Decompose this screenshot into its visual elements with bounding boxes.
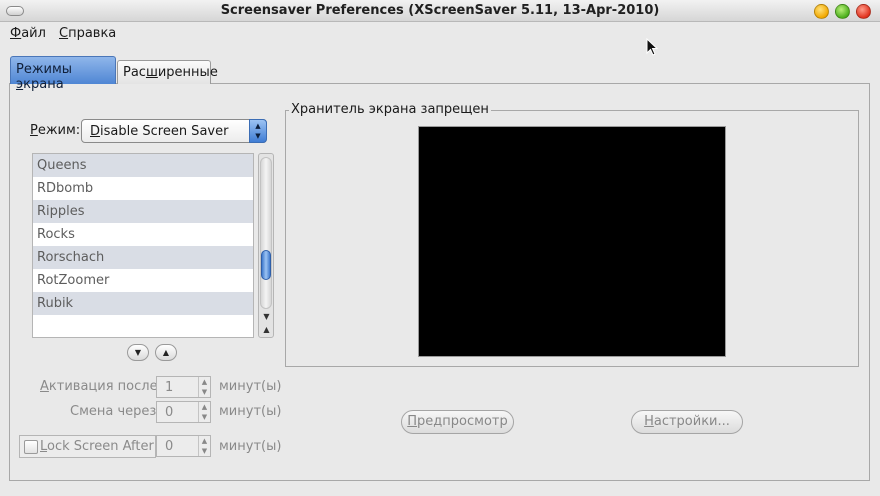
mode-select-value: Disable Screen Saver [90,124,229,139]
activation-spinner[interactable]: 1 ▲ ▼ [156,376,211,398]
cycle-unit: минут(ы) [219,404,282,419]
tab-advanced[interactable]: Расширенные [117,60,218,84]
scrollbar-trough[interactable] [260,157,272,309]
cycle-spinner[interactable]: 0 ▲ ▼ [156,401,211,423]
activation-label: Активация после [40,379,158,394]
mouse-cursor-icon [646,38,658,56]
activation-unit: минут(ы) [219,379,282,394]
xscreensaver-window: Screensaver Preferences (XScreenSaver 5.… [0,0,880,496]
list-item[interactable]: Rocks [33,223,253,246]
scroll-down-icon[interactable]: ▼ [261,312,272,321]
list-scrollbar[interactable]: ▼ ▲ [258,153,274,338]
spinner-arrows-icon[interactable]: ▲ ▼ [198,377,210,397]
title-bar[interactable]: Screensaver Preferences (XScreenSaver 5.… [0,0,880,22]
close-button[interactable] [856,4,871,19]
list-item[interactable]: Rubik [33,292,253,315]
menu-help[interactable]: Справка [59,26,116,41]
lock-spinner[interactable]: 0 ▲ ▼ [156,435,211,457]
next-saver-button[interactable]: ▼ [127,344,149,361]
spinner-arrows-icon[interactable]: ▲ ▼ [198,402,210,422]
list-item[interactable]: RDbomb [33,177,253,200]
tab-display-modes[interactable]: Режимы экрана [10,56,116,92]
menu-file[interactable]: Файл [10,26,46,41]
lock-label: Lock Screen After [40,439,154,454]
lock-checkbox-row[interactable]: Lock Screen After [19,435,156,458]
lock-unit: минут(ы) [219,439,282,454]
cycle-label: Смена через [70,404,157,419]
mode-select[interactable]: Disable Screen Saver ▲ ▼ [81,119,267,143]
list-item[interactable]: Queens [33,154,253,177]
combo-arrows-icon[interactable]: ▲ ▼ [249,119,267,143]
list-item[interactable]: RotZoomer [33,269,253,292]
window-title: Screensaver Preferences (XScreenSaver 5.… [220,3,660,18]
preview-button[interactable]: Предпросмотр [401,410,514,434]
scroll-up-icon[interactable]: ▲ [261,325,272,334]
menu-bar: Файл Справка [0,22,880,46]
scrollbar-thumb[interactable] [261,250,271,280]
minimize-button[interactable] [814,4,829,19]
settings-button[interactable]: Настройки... [631,410,743,434]
list-item[interactable]: Ripples [33,200,253,223]
preview-frame-title: Хранитель экрана запрещен [289,102,491,117]
prev-saver-button[interactable]: ▲ [155,344,177,361]
mode-label: Режим: [30,123,81,138]
spinner-arrows-icon[interactable]: ▲ ▼ [198,436,210,456]
maximize-button[interactable] [835,4,850,19]
list-item[interactable]: Rorschach [33,246,253,269]
lock-checkbox[interactable] [24,440,38,454]
screensaver-list[interactable]: Queens RDbomb Ripples Rocks Rorschach Ro… [32,153,254,338]
preview-area [418,126,726,357]
